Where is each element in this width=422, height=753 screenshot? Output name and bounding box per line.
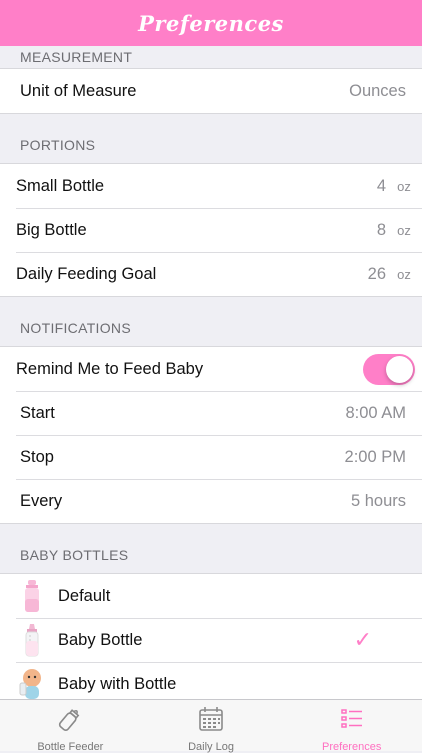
calendar-icon <box>197 705 225 738</box>
stop-row[interactable]: Stop 2:00 PM <box>0 435 422 479</box>
bottle-option-default[interactable]: Default <box>0 574 422 618</box>
tab-bottle-feeder[interactable]: Bottle Feeder <box>0 700 141 753</box>
tab-daily-log[interactable]: Daily Log <box>141 700 282 753</box>
bottle-icon <box>56 705 84 738</box>
section-header-notifications: NOTIFICATIONS <box>20 319 131 336</box>
preferences-list[interactable]: MEASUREMENT Unit of Measure Ounces PORTI… <box>0 46 422 699</box>
start-label: Start <box>20 403 55 422</box>
every-row[interactable]: Every 5 hours <box>0 479 422 523</box>
bottles-group: Default Baby Bottle ✓ Baby with Bottle <box>0 573 422 699</box>
unit-of-measure-value: Ounces <box>349 81 406 100</box>
baby-bottle-icon <box>14 622 50 658</box>
notifications-group: Remind Me to Feed Baby Start 8:00 AM Sto… <box>0 346 422 524</box>
small-bottle-row[interactable]: Small Bottle 4 oz <box>0 164 422 208</box>
tab-preferences[interactable]: Preferences <box>281 700 422 753</box>
section-header-measurement: MEASUREMENT <box>20 49 133 65</box>
daily-goal-row[interactable]: Daily Feeding Goal 26 oz <box>0 252 422 296</box>
every-label: Every <box>20 491 63 510</box>
measurement-group: Unit of Measure Ounces <box>0 68 422 114</box>
daily-goal-unit: oz <box>397 266 411 282</box>
remind-label: Remind Me to Feed Baby <box>16 359 204 378</box>
baby-with-bottle-icon <box>14 666 50 699</box>
big-bottle-value[interactable]: 8 <box>366 221 386 240</box>
tab-label: Daily Log <box>188 741 234 753</box>
bottle-option-label: Baby Bottle <box>58 630 143 649</box>
checkmark-icon: ✓ <box>353 627 372 652</box>
remind-toggle[interactable] <box>363 353 415 385</box>
pink-bottle-icon <box>14 578 50 614</box>
small-bottle-value[interactable]: 4 <box>366 177 386 196</box>
start-row[interactable]: Start 8:00 AM <box>0 391 422 435</box>
big-bottle-label: Big Bottle <box>16 220 87 239</box>
unit-of-measure-row[interactable]: Unit of Measure Ounces <box>0 69 422 113</box>
unit-of-measure-label: Unit of Measure <box>20 81 137 100</box>
bottle-option-label: Default <box>58 586 111 605</box>
start-value: 8:00 AM <box>345 403 406 422</box>
small-bottle-label: Small Bottle <box>16 176 105 195</box>
tab-bar: Bottle Feeder Daily Log Preferences <box>0 699 422 753</box>
stop-label: Stop <box>20 447 54 466</box>
remind-row: Remind Me to Feed Baby <box>0 347 422 391</box>
page-title: Preferences <box>138 10 284 36</box>
big-bottle-unit: oz <box>397 222 411 238</box>
daily-goal-label: Daily Feeding Goal <box>16 264 157 283</box>
every-value: 5 hours <box>350 491 406 510</box>
daily-goal-value[interactable]: 26 <box>366 265 386 284</box>
section-header-baby-bottles: BABY BOTTLES <box>20 546 129 563</box>
bottle-option-baby-bottle[interactable]: Baby Bottle ✓ <box>0 618 422 662</box>
portions-group: Small Bottle 4 oz Big Bottle 8 oz Daily … <box>0 163 422 297</box>
list-icon <box>338 705 366 738</box>
nav-bar: Preferences <box>0 0 422 46</box>
bottle-option-baby-with-bottle[interactable]: Baby with Bottle <box>0 662 422 699</box>
tab-label: Bottle Feeder <box>37 741 104 753</box>
tab-label: Preferences <box>322 741 382 753</box>
bottle-option-label: Baby with Bottle <box>58 674 177 693</box>
big-bottle-row[interactable]: Big Bottle 8 oz <box>0 208 422 252</box>
section-header-portions: PORTIONS <box>20 136 96 153</box>
stop-value: 2:00 PM <box>344 447 406 466</box>
toggle-knob <box>386 355 413 383</box>
small-bottle-unit: oz <box>397 178 411 194</box>
